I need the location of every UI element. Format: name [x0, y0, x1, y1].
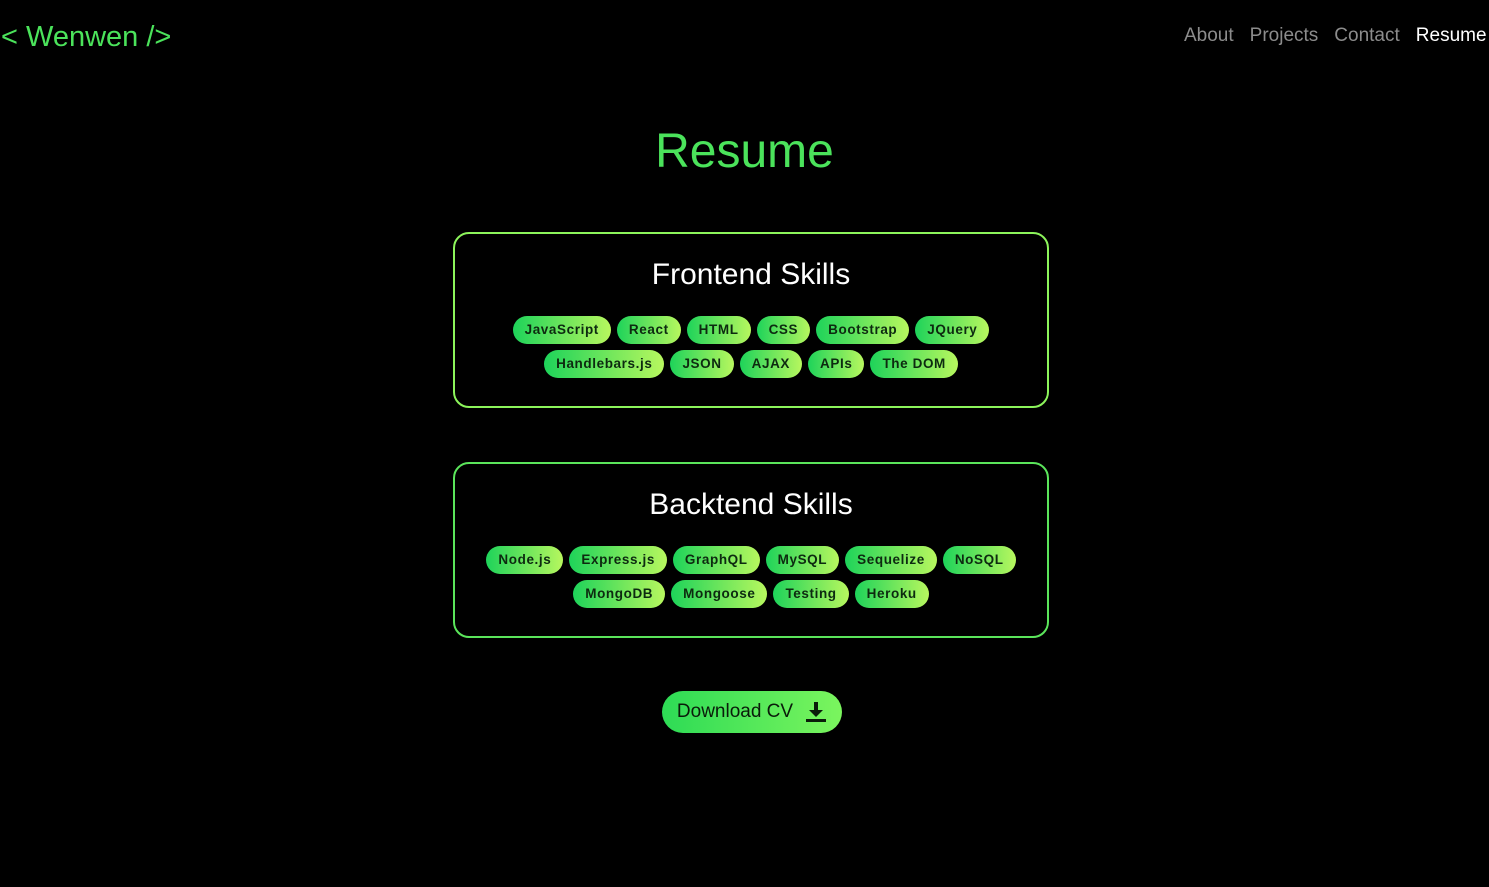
frontend-skills-title: Frontend Skills	[651, 258, 851, 291]
download-icon	[805, 701, 827, 723]
nav-link-resume[interactable]: Resume	[1408, 22, 1487, 50]
navbar: < Wenwen /> About Projects Contact Resum…	[0, 0, 1489, 72]
skill-badge: React	[616, 316, 681, 344]
skill-badge: Bootstrap	[816, 316, 910, 344]
skill-badge: JQuery	[915, 316, 990, 344]
skill-badge: NoSQL	[942, 546, 1016, 574]
skill-badge: GraphQL	[672, 546, 760, 574]
skill-badge: AJAX	[739, 350, 803, 378]
backend-skills-title: Backtend Skills	[649, 488, 853, 521]
backend-skills-list: Node.js Express.js GraphQL MySQL Sequeli…	[471, 546, 1031, 608]
download-cv-label: Download CV	[676, 701, 794, 722]
nav-link-projects[interactable]: Projects	[1242, 22, 1327, 50]
skill-badge: Express.js	[569, 546, 667, 574]
skill-badge: Sequelize	[845, 546, 937, 574]
skill-badge: Testing	[773, 580, 849, 608]
nav-link-about[interactable]: About	[1176, 22, 1242, 50]
skill-badge: Node.js	[486, 546, 564, 574]
nav-link-contact[interactable]: Contact	[1326, 22, 1407, 50]
brand-logo[interactable]: < Wenwen />	[1, 18, 171, 56]
backend-skills-card: Backtend Skills Node.js Express.js Graph…	[453, 462, 1049, 638]
frontend-skills-list: JavaScript React HTML CSS Bootstrap JQue…	[471, 316, 1031, 378]
skill-badge: MongoDB	[573, 580, 666, 608]
skill-badge: Heroku	[854, 580, 929, 608]
skill-badge: Handlebars.js	[544, 350, 665, 378]
page-title: Resume	[655, 125, 834, 178]
skill-badge: Mongoose	[671, 580, 768, 608]
frontend-skills-card: Frontend Skills JavaScript React HTML CS…	[453, 232, 1049, 408]
skill-badge: The DOM	[870, 350, 958, 378]
download-cv-button[interactable]: Download CV	[662, 691, 842, 733]
skill-badge: JSON	[670, 350, 734, 378]
skill-badge: MySQL	[765, 546, 840, 574]
skill-badge: HTML	[686, 316, 751, 344]
skill-badge: JavaScript	[512, 316, 611, 344]
skill-badge: APIs	[808, 350, 865, 378]
nav-links: About Projects Contact Resume	[1176, 22, 1489, 50]
skill-badge: CSS	[756, 316, 811, 344]
